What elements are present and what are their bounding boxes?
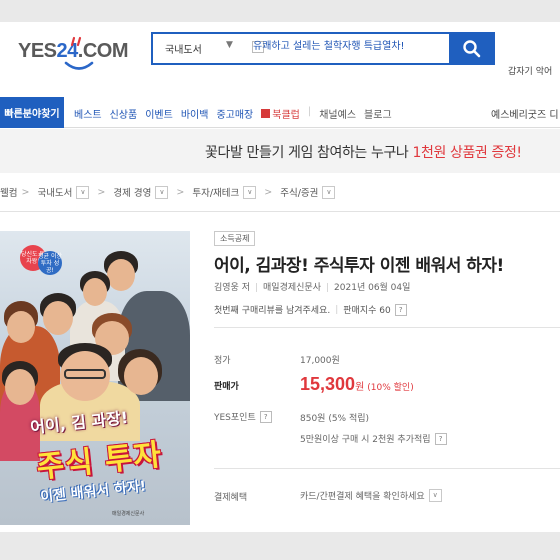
points-extra-row: 5만원이상 구매 시 2천원 추가적립? [300, 432, 447, 445]
points-label-row: YES포인트? [214, 410, 272, 423]
sale-price-unit: 원 [355, 382, 365, 393]
cover-person [7, 311, 35, 343]
review-row: 첫번째 구매리뷰를 남겨주세요. | 판매지수 60? [214, 303, 407, 316]
nav-items: 베스트 신상품 이벤트 바이백 중고매장 북클럽 | 채널예스 블로그 [74, 106, 400, 121]
help-icon[interactable]: ? [259, 410, 272, 423]
main-nav: 빠른분야찾기 베스트 신상품 이벤트 바이백 중고매장 북클럽 | 채널예스 블… [0, 97, 560, 128]
help-icon[interactable]: ? [434, 432, 447, 445]
cover-person [107, 259, 135, 291]
sales-index: 판매지수 60 [343, 306, 391, 316]
breadcrumb-separator: > [176, 186, 185, 198]
banner-highlight: 1천원 상품권 증정! [412, 145, 522, 161]
breadcrumb-domestic-books[interactable]: 국내도서 [37, 185, 72, 199]
banner-text: 꽃다발 만들기 게임 참여하는 누구나 1천원 상품권 증정! [205, 145, 522, 161]
product-title: 어이, 김과장! 주식투자 이젠 배워서 하자! [214, 256, 504, 276]
divider [0, 211, 560, 212]
nav-separator: | [307, 106, 312, 117]
breadcrumb-dropdown-icon[interactable]: ∨ [76, 185, 90, 199]
nav-item-channel-yes[interactable]: 채널예스 [319, 106, 356, 121]
cover-badge: 평균 이상 투자 성공! [38, 251, 62, 275]
points-value: 850원 (5% 적립) [300, 414, 370, 424]
breadcrumb-separator: > [21, 186, 30, 198]
breadcrumb-dropdown-icon[interactable]: ∨ [155, 185, 169, 199]
nav-item-best[interactable]: 베스트 [74, 106, 102, 121]
bookclub-icon [261, 109, 271, 118]
nav-item-bookclub[interactable]: 북클럽 [261, 106, 300, 121]
breadcrumb-economy[interactable]: 경제 경영 [113, 185, 151, 199]
cover-person [124, 357, 158, 395]
review-prompt-link[interactable]: 첫번째 구매리뷰를 남겨주세요. [214, 303, 330, 316]
list-price-label: 정가 [214, 356, 231, 366]
breadcrumb-dropdown-icon[interactable]: ∨ [322, 185, 336, 199]
benefit-label: 결제혜택 [214, 493, 248, 503]
book-cover-image[interactable]: 당신도 투자왕! 평균 이상 투자 성공! 어이, 김 과장! 주식 투자 이젠… [0, 231, 190, 525]
search-button[interactable] [449, 32, 495, 65]
help-icon[interactable]: ? [394, 303, 407, 316]
list-price-value: 17,000원 [300, 356, 340, 366]
sale-price-label: 판매가 [214, 382, 239, 392]
publisher-link[interactable]: 매일경제신문사 [263, 283, 321, 293]
breadcrumb-separator: > [264, 186, 273, 198]
search-input[interactable]: 유쾌하고 설레는 철학자행 특급열차! [252, 41, 405, 53]
nav-item-blog[interactable]: 블로그 [364, 106, 392, 121]
benefit-dropdown-icon[interactable]: ∨ [428, 489, 442, 502]
cover-person [5, 369, 35, 405]
search-icon [463, 40, 481, 58]
nav-item-buyback[interactable]: 바이백 [181, 106, 209, 121]
divider [214, 327, 560, 328]
income-deduction-badge: 소득공제 [214, 231, 256, 246]
nav-item-event[interactable]: 이벤트 [145, 106, 173, 121]
breadcrumb-investment[interactable]: 투자/재테크 [192, 185, 239, 199]
search-category[interactable]: 국내도서 [165, 41, 202, 56]
logo-smile-icon [64, 36, 94, 70]
author-link[interactable]: 김영웅 저 [214, 283, 250, 293]
benefit-row[interactable]: 카드/간편결제 혜택을 확인하세요 ∨ [300, 489, 442, 502]
breadcrumb-home[interactable]: 웰컴 [0, 185, 17, 199]
divider [214, 468, 560, 469]
search-box[interactable]: 국내도서 ▼ 유쾌하고 설레는 철학자행 특급열차! [151, 32, 451, 65]
nav-right-links[interactable]: 예스베리굿즈 디 [491, 106, 559, 121]
page-frame: YES24.COM 국내도서 ▼ 유쾌하고 설레는 철학자행 특급열차! 갑자기… [0, 22, 560, 532]
product-meta: 김영웅 저 | 매일경제신문사 | 2021년 06월 04일 [214, 283, 411, 293]
yes24-logo[interactable]: YES24.COM [18, 36, 130, 72]
breadcrumb-dropdown-icon[interactable]: ∨ [243, 185, 257, 199]
category-dropdown-icon[interactable]: ▼ [226, 40, 233, 50]
breadcrumb: 웰컴 > 국내도서 ∨ > 경제 경영 ∨ > 투자/재테크 ∨ > 주식/증권… [0, 183, 343, 201]
header-right-text[interactable]: 갑자기 악어 [508, 64, 552, 77]
glasses-icon [64, 369, 106, 379]
publish-date: 2021년 06월 04일 [334, 283, 411, 293]
breadcrumb-stocks[interactable]: 주식/증권 [280, 185, 318, 199]
sale-price: 15,300원 (10% 할인) [300, 374, 414, 395]
benefit-value: 카드/간편결제 혜택을 확인하세요 [300, 492, 425, 502]
breadcrumb-separator: > [97, 186, 106, 198]
event-banner[interactable]: 꽃다발 만들기 게임 참여하는 누구나 1천원 상품권 증정! [0, 129, 560, 173]
quick-category-button[interactable]: 빠른분야찾기 [0, 97, 64, 128]
discount-rate: (10% 할인) [367, 383, 414, 393]
sale-price-value: 15,300 [300, 374, 356, 394]
nav-item-new[interactable]: 신상품 [110, 106, 138, 121]
nav-item-used-store[interactable]: 중고매장 [216, 106, 253, 121]
points-extra: 5만원이상 구매 시 2천원 추가적립 [300, 435, 431, 445]
cover-publisher: 매일경제신문사 [112, 511, 145, 517]
points-label: YES포인트 [214, 413, 256, 423]
cover-person [43, 301, 73, 335]
site-header: YES24.COM 국내도서 ▼ 유쾌하고 설레는 철학자행 특급열차! 갑자기… [0, 22, 560, 82]
cover-person [83, 278, 107, 306]
